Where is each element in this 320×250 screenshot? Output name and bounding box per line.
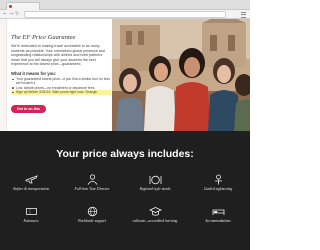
tour-director-icon: [87, 174, 97, 185]
accommodations-icon: [212, 209, 224, 215]
left-edge-strip: [0, 19, 7, 131]
guarantee-title: The EF Price Guarantee: [11, 34, 76, 41]
feature-label: Full-time Tour Director: [74, 187, 110, 191]
reload-icon[interactable]: ↻: [15, 12, 19, 17]
favicon-icon: [9, 5, 12, 8]
feature-sightseeing: Guided sightseeing: [192, 174, 244, 191]
learning-icon: [148, 207, 162, 216]
back-arrow-icon[interactable]: ←: [3, 12, 7, 17]
feature-label: Regional-style meals: [139, 187, 171, 191]
browser-menu-icon[interactable]: [241, 12, 246, 18]
hero-photo: [112, 19, 250, 131]
browser-tab-bar: [0, 0, 250, 10]
includes-title: Your price always includes:: [56, 148, 194, 160]
sightseeing-icon: [214, 174, 222, 185]
feature-accommodations: Accommodations: [192, 206, 244, 223]
worldwide-support-icon: [87, 206, 97, 217]
browser-toolbar: ← → ↻: [0, 10, 250, 19]
browser-tab[interactable]: [6, 2, 40, 10]
feature-label: Worldwide support: [77, 219, 107, 223]
meals-icon: [149, 175, 161, 185]
feature-label: Guided sightseeing: [203, 187, 233, 191]
feature-meals: Regional-style meals: [129, 174, 181, 191]
feature-worldwide-support: Worldwide support: [66, 206, 118, 223]
benefits-heading: What it means for you:: [11, 71, 57, 76]
feature-entrances: Entrances: [5, 206, 57, 223]
forward-arrow-icon[interactable]: →: [9, 12, 13, 17]
feature-label: cultivate—accredited learning: [132, 219, 178, 223]
feature-label: Accommodations: [205, 219, 231, 223]
benefit-item-highlighted: Sign up before 3/31/23. Start yours righ…: [11, 90, 111, 95]
feature-learning: cultivate—accredited learning: [129, 206, 181, 223]
feature-tour-director: Full-time Tour Director: [66, 174, 118, 191]
cta-button[interactable]: Get in on this: [11, 105, 46, 113]
address-bar[interactable]: [24, 11, 226, 18]
feature-label: Airfare & transportation: [12, 187, 50, 191]
feature-airfare: Airfare & transportation: [5, 174, 57, 191]
entrances-ticket-icon: [25, 208, 37, 215]
guarantee-intro: We're dedicated to making travel accessi…: [11, 44, 105, 67]
benefits-list: Your guaranteed lowest price—if you find…: [11, 77, 111, 95]
airplane-icon: [25, 175, 38, 184]
feature-label: Entrances: [23, 219, 39, 223]
benefit-item: Your guaranteed lowest price—if you find…: [11, 77, 111, 86]
students-photo-illustration: [112, 19, 250, 131]
